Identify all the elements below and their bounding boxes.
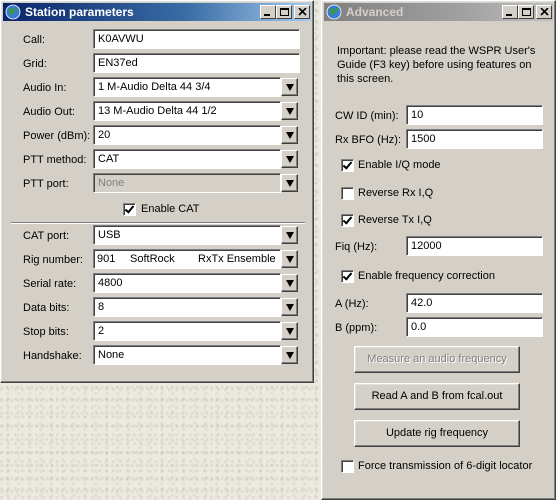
- maximize-button[interactable]: [518, 5, 534, 19]
- audio-out-label: Audio Out:: [23, 106, 75, 118]
- enable-iq-checkbox[interactable]: [341, 159, 354, 172]
- b-ppm-input[interactable]: 0.0: [406, 317, 543, 337]
- stop-bits-select[interactable]: 2: [93, 321, 281, 341]
- minimize-button[interactable]: [502, 5, 518, 19]
- data-bits-select[interactable]: 8: [93, 297, 281, 317]
- fiq-label: Fiq (Hz):: [335, 241, 378, 253]
- reverse-rx-iq-label: Reverse Rx I,Q: [358, 187, 434, 199]
- cw-id-input[interactable]: 10: [406, 105, 543, 125]
- read-a-b-button[interactable]: Read A and B from fcal.out: [354, 383, 520, 410]
- station-parameters-titlebar[interactable]: Station parameters: [3, 3, 311, 21]
- rig-number-dropdown-button[interactable]: [281, 250, 298, 268]
- close-button[interactable]: [536, 5, 552, 19]
- audio-in-dropdown-button[interactable]: [281, 78, 298, 96]
- maximize-icon: [522, 8, 531, 16]
- station-parameters-window: Station parameters Call: K0AVWU Grid: EN…: [0, 0, 314, 383]
- a-hz-label: A (Hz):: [335, 298, 369, 310]
- enable-cat-label: Enable CAT: [141, 203, 200, 215]
- call-input[interactable]: K0AVWU: [93, 29, 300, 49]
- audio-in-select[interactable]: 1 M-Audio Delta 44 3/4: [93, 77, 281, 97]
- handshake-dropdown-button[interactable]: [281, 346, 298, 364]
- enable-cat-checkbox[interactable]: [123, 203, 136, 216]
- power-select[interactable]: 20: [93, 125, 281, 145]
- grid-label: Grid:: [23, 58, 47, 70]
- stop-bits-label: Stop bits:: [23, 326, 69, 338]
- serial-rate-dropdown-button[interactable]: [281, 274, 298, 292]
- rig-model-value: SoftRock: [130, 253, 175, 265]
- cat-port-dropdown-button[interactable]: [281, 226, 298, 244]
- globe-app-icon: [5, 4, 21, 20]
- rx-bfo-input[interactable]: 1500: [406, 129, 543, 149]
- separator: [11, 222, 305, 224]
- maximize-icon: [280, 8, 289, 16]
- data-bits-dropdown-button[interactable]: [281, 298, 298, 316]
- force-6digit-locator-label: Force transmission of 6-digit locator: [358, 460, 533, 472]
- reverse-tx-iq-label: Reverse Tx I,Q: [358, 214, 432, 226]
- power-dropdown-button[interactable]: [281, 126, 298, 144]
- rx-bfo-label: Rx BFO (Hz):: [335, 134, 401, 146]
- enable-frequency-correction-checkbox[interactable]: [341, 270, 354, 283]
- minimize-icon: [506, 14, 512, 16]
- rig-name-value: RxTx Ensemble: [198, 253, 276, 265]
- data-bits-label: Data bits:: [23, 302, 70, 314]
- ptt-method-label: PTT method:: [23, 154, 87, 166]
- advanced-titlebar[interactable]: Advanced: [324, 3, 553, 21]
- enable-frequency-correction-label: Enable frequency correction: [358, 270, 495, 282]
- audio-out-select[interactable]: 13 M-Audio Delta 44 1/2: [93, 101, 281, 121]
- update-rig-frequency-button[interactable]: Update rig frequency: [354, 420, 520, 447]
- a-hz-input[interactable]: 42.0: [406, 293, 543, 313]
- ptt-method-select[interactable]: CAT: [93, 149, 281, 169]
- audio-in-label: Audio In:: [23, 82, 67, 94]
- handshake-label: Handshake:: [23, 350, 82, 362]
- rig-number-select[interactable]: 901 SoftRock RxTx Ensemble: [93, 249, 281, 269]
- ptt-port-select[interactable]: None: [93, 173, 281, 193]
- important-note: Important: please read the WSPR User's G…: [337, 45, 536, 85]
- power-label: Power (dBm):: [23, 130, 91, 142]
- serial-rate-label: Serial rate:: [23, 278, 77, 290]
- stop-bits-dropdown-button[interactable]: [281, 322, 298, 340]
- audio-out-dropdown-button[interactable]: [281, 102, 298, 120]
- window-title: Advanced: [346, 5, 404, 19]
- serial-rate-select[interactable]: 4800: [93, 273, 281, 293]
- enable-iq-label: Enable I/Q mode: [358, 159, 441, 171]
- close-icon: [540, 8, 549, 16]
- rig-number-value: 901: [97, 253, 116, 265]
- reverse-rx-iq-checkbox[interactable]: [341, 187, 354, 200]
- call-label: Call:: [23, 34, 46, 46]
- advanced-window: Advanced Important: please read the WSPR…: [321, 0, 556, 500]
- minimize-button[interactable]: [260, 5, 276, 19]
- cat-port-select[interactable]: USB: [93, 225, 281, 245]
- cat-port-label: CAT port:: [23, 230, 70, 242]
- fiq-input[interactable]: 12000: [406, 236, 543, 256]
- window-title: Station parameters: [25, 5, 134, 19]
- minimize-icon: [264, 14, 270, 16]
- ptt-method-dropdown-button[interactable]: [281, 150, 298, 168]
- rig-number-label: Rig number:: [23, 254, 83, 266]
- maximize-button[interactable]: [276, 5, 292, 19]
- reverse-tx-iq-checkbox[interactable]: [341, 214, 354, 227]
- grid-input[interactable]: EN37ed: [93, 53, 300, 73]
- measure-audio-frequency-button[interactable]: Measure an audio frequency: [354, 346, 520, 373]
- close-icon: [298, 8, 307, 16]
- b-ppm-label: B (ppm):: [335, 322, 378, 334]
- ptt-port-label: PTT port:: [23, 178, 69, 190]
- handshake-select[interactable]: None: [93, 345, 281, 365]
- ptt-port-dropdown-button[interactable]: [281, 174, 298, 192]
- force-6digit-locator-checkbox[interactable]: [341, 460, 354, 473]
- globe-app-icon: [326, 4, 342, 20]
- cw-id-label: CW ID (min):: [335, 110, 399, 122]
- close-button[interactable]: [294, 5, 310, 19]
